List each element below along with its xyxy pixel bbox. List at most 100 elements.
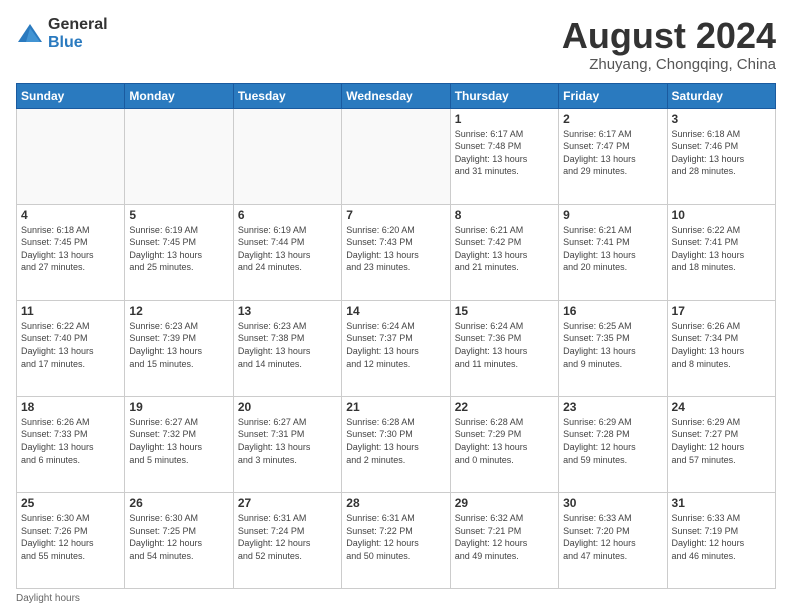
day-info: Sunrise: 6:30 AM Sunset: 7:26 PM Dayligh… xyxy=(21,512,120,562)
calendar-cell: 4 Sunrise: 6:18 AM Sunset: 7:45 PM Daylig… xyxy=(17,204,125,300)
day-info: Sunrise: 6:21 AM Sunset: 7:42 PM Dayligh… xyxy=(455,224,554,274)
day-info: Sunrise: 6:30 AM Sunset: 7:25 PM Dayligh… xyxy=(129,512,228,562)
day-info: Sunrise: 6:32 AM Sunset: 7:21 PM Dayligh… xyxy=(455,512,554,562)
day-number: 28 xyxy=(346,496,445,510)
day-info: Sunrise: 6:28 AM Sunset: 7:30 PM Dayligh… xyxy=(346,416,445,466)
col-header-sunday: Sunday xyxy=(17,83,125,108)
calendar-cell: 5 Sunrise: 6:19 AM Sunset: 7:45 PM Daylig… xyxy=(125,204,233,300)
day-info: Sunrise: 6:27 AM Sunset: 7:32 PM Dayligh… xyxy=(129,416,228,466)
calendar-cell xyxy=(233,108,341,204)
day-info: Sunrise: 6:21 AM Sunset: 7:41 PM Dayligh… xyxy=(563,224,662,274)
day-number: 1 xyxy=(455,112,554,126)
calendar-cell: 14 Sunrise: 6:24 AM Sunset: 7:37 PM Dayli… xyxy=(342,300,450,396)
day-number: 18 xyxy=(21,400,120,414)
day-info: Sunrise: 6:29 AM Sunset: 7:28 PM Dayligh… xyxy=(563,416,662,466)
day-info: Sunrise: 6:33 AM Sunset: 7:20 PM Dayligh… xyxy=(563,512,662,562)
day-info: Sunrise: 6:31 AM Sunset: 7:22 PM Dayligh… xyxy=(346,512,445,562)
calendar-cell: 17 Sunrise: 6:26 AM Sunset: 7:34 PM Dayli… xyxy=(667,300,775,396)
day-info: Sunrise: 6:24 AM Sunset: 7:37 PM Dayligh… xyxy=(346,320,445,370)
calendar-cell: 28 Sunrise: 6:31 AM Sunset: 7:22 PM Dayli… xyxy=(342,492,450,588)
calendar-week-0: 1 Sunrise: 6:17 AM Sunset: 7:48 PM Daylig… xyxy=(17,108,776,204)
day-number: 13 xyxy=(238,304,337,318)
day-info: Sunrise: 6:24 AM Sunset: 7:36 PM Dayligh… xyxy=(455,320,554,370)
day-info: Sunrise: 6:29 AM Sunset: 7:27 PM Dayligh… xyxy=(672,416,771,466)
calendar-cell: 6Sunrise: 6:19 AM Sunset: 7:44 PM Daylig… xyxy=(233,204,341,300)
day-info: Sunrise: 6:18 AM Sunset: 7:45 PM Dayligh… xyxy=(21,224,120,274)
day-info: Sunrise: 6:26 AM Sunset: 7:34 PM Dayligh… xyxy=(672,320,771,370)
day-number: 2 xyxy=(563,112,662,126)
daylight-label: Daylight hours xyxy=(16,593,80,604)
calendar-cell: 18 Sunrise: 6:26 AM Sunset: 7:33 PM Dayli… xyxy=(17,396,125,492)
day-number: 17 xyxy=(672,304,771,318)
calendar-cell: 31 Sunrise: 6:33 AM Sunset: 7:19 PM Dayli… xyxy=(667,492,775,588)
month-title: August 2024 xyxy=(562,16,776,56)
calendar-cell: 10 Sunrise: 6:22 AM Sunset: 7:41 PM Dayli… xyxy=(667,204,775,300)
day-number: 31 xyxy=(672,496,771,510)
calendar-cell: 20Sunrise: 6:27 AM Sunset: 7:31 PM Dayli… xyxy=(233,396,341,492)
col-header-friday: Friday xyxy=(559,83,667,108)
calendar-cell: 2Sunrise: 6:17 AM Sunset: 7:47 PM Daylig… xyxy=(559,108,667,204)
calendar-cell: 1 Sunrise: 6:17 AM Sunset: 7:48 PM Daylig… xyxy=(450,108,558,204)
calendar-cell: 26 Sunrise: 6:30 AM Sunset: 7:25 PM Dayli… xyxy=(125,492,233,588)
day-number: 20 xyxy=(238,400,337,414)
calendar-cell: 27 Sunrise: 6:31 AM Sunset: 7:24 PM Dayli… xyxy=(233,492,341,588)
day-info: Sunrise: 6:23 AM Sunset: 7:39 PM Dayligh… xyxy=(129,320,228,370)
calendar-week-4: 25 Sunrise: 6:30 AM Sunset: 7:26 PM Dayli… xyxy=(17,492,776,588)
calendar-cell: 23 Sunrise: 6:29 AM Sunset: 7:28 PM Dayli… xyxy=(559,396,667,492)
location-subtitle: Zhuyang, Chongqing, China xyxy=(562,56,776,73)
day-number: 15 xyxy=(455,304,554,318)
calendar-header-row: SundayMondayTuesdayWednesdayThursdayFrid… xyxy=(17,83,776,108)
day-info: Sunrise: 6:26 AM Sunset: 7:33 PM Dayligh… xyxy=(21,416,120,466)
day-info: Sunrise: 6:17 AM Sunset: 7:48 PM Dayligh… xyxy=(455,128,554,178)
day-number: 27 xyxy=(238,496,337,510)
calendar-cell: 16Sunrise: 6:25 AM Sunset: 7:35 PM Dayli… xyxy=(559,300,667,396)
day-number: 4 xyxy=(21,208,120,222)
calendar-week-3: 18 Sunrise: 6:26 AM Sunset: 7:33 PM Dayli… xyxy=(17,396,776,492)
calendar-cell: 12Sunrise: 6:23 AM Sunset: 7:39 PM Dayli… xyxy=(125,300,233,396)
day-number: 30 xyxy=(563,496,662,510)
calendar-cell: 25 Sunrise: 6:30 AM Sunset: 7:26 PM Dayli… xyxy=(17,492,125,588)
logo-blue: Blue xyxy=(48,34,108,52)
day-number: 29 xyxy=(455,496,554,510)
day-info: Sunrise: 6:23 AM Sunset: 7:38 PM Dayligh… xyxy=(238,320,337,370)
calendar-cell: 3Sunrise: 6:18 AM Sunset: 7:46 PM Daylig… xyxy=(667,108,775,204)
day-number: 3 xyxy=(672,112,771,126)
logo: General Blue xyxy=(16,16,108,51)
calendar-cell: 21 Sunrise: 6:28 AM Sunset: 7:30 PM Dayli… xyxy=(342,396,450,492)
day-number: 19 xyxy=(129,400,228,414)
day-info: Sunrise: 6:33 AM Sunset: 7:19 PM Dayligh… xyxy=(672,512,771,562)
day-number: 14 xyxy=(346,304,445,318)
day-number: 24 xyxy=(672,400,771,414)
calendar-cell xyxy=(342,108,450,204)
day-number: 25 xyxy=(21,496,120,510)
day-number: 22 xyxy=(455,400,554,414)
day-number: 10 xyxy=(672,208,771,222)
col-header-saturday: Saturday xyxy=(667,83,775,108)
calendar-cell: 19 Sunrise: 6:27 AM Sunset: 7:32 PM Dayli… xyxy=(125,396,233,492)
col-header-thursday: Thursday xyxy=(450,83,558,108)
day-number: 16 xyxy=(563,304,662,318)
day-number: 23 xyxy=(563,400,662,414)
col-header-wednesday: Wednesday xyxy=(342,83,450,108)
calendar-cell: 30 Sunrise: 6:33 AM Sunset: 7:20 PM Dayli… xyxy=(559,492,667,588)
day-info: Sunrise: 6:22 AM Sunset: 7:40 PM Dayligh… xyxy=(21,320,120,370)
title-block: August 2024 Zhuyang, Chongqing, China xyxy=(562,16,776,73)
calendar-cell: 9Sunrise: 6:21 AM Sunset: 7:41 PM Daylig… xyxy=(559,204,667,300)
page: General Blue August 2024 Zhuyang, Chongq… xyxy=(0,0,792,612)
day-number: 5 xyxy=(129,208,228,222)
calendar-cell: 7Sunrise: 6:20 AM Sunset: 7:43 PM Daylig… xyxy=(342,204,450,300)
calendar-cell xyxy=(17,108,125,204)
day-info: Sunrise: 6:22 AM Sunset: 7:41 PM Dayligh… xyxy=(672,224,771,274)
calendar-cell: 11 Sunrise: 6:22 AM Sunset: 7:40 PM Dayli… xyxy=(17,300,125,396)
calendar-week-1: 4 Sunrise: 6:18 AM Sunset: 7:45 PM Daylig… xyxy=(17,204,776,300)
logo-icon xyxy=(16,20,44,48)
day-info: Sunrise: 6:31 AM Sunset: 7:24 PM Dayligh… xyxy=(238,512,337,562)
day-info: Sunrise: 6:19 AM Sunset: 7:45 PM Dayligh… xyxy=(129,224,228,274)
calendar-cell xyxy=(125,108,233,204)
col-header-tuesday: Tuesday xyxy=(233,83,341,108)
day-number: 7 xyxy=(346,208,445,222)
day-number: 11 xyxy=(21,304,120,318)
calendar-cell: 13 Sunrise: 6:23 AM Sunset: 7:38 PM Dayli… xyxy=(233,300,341,396)
day-number: 21 xyxy=(346,400,445,414)
day-number: 26 xyxy=(129,496,228,510)
